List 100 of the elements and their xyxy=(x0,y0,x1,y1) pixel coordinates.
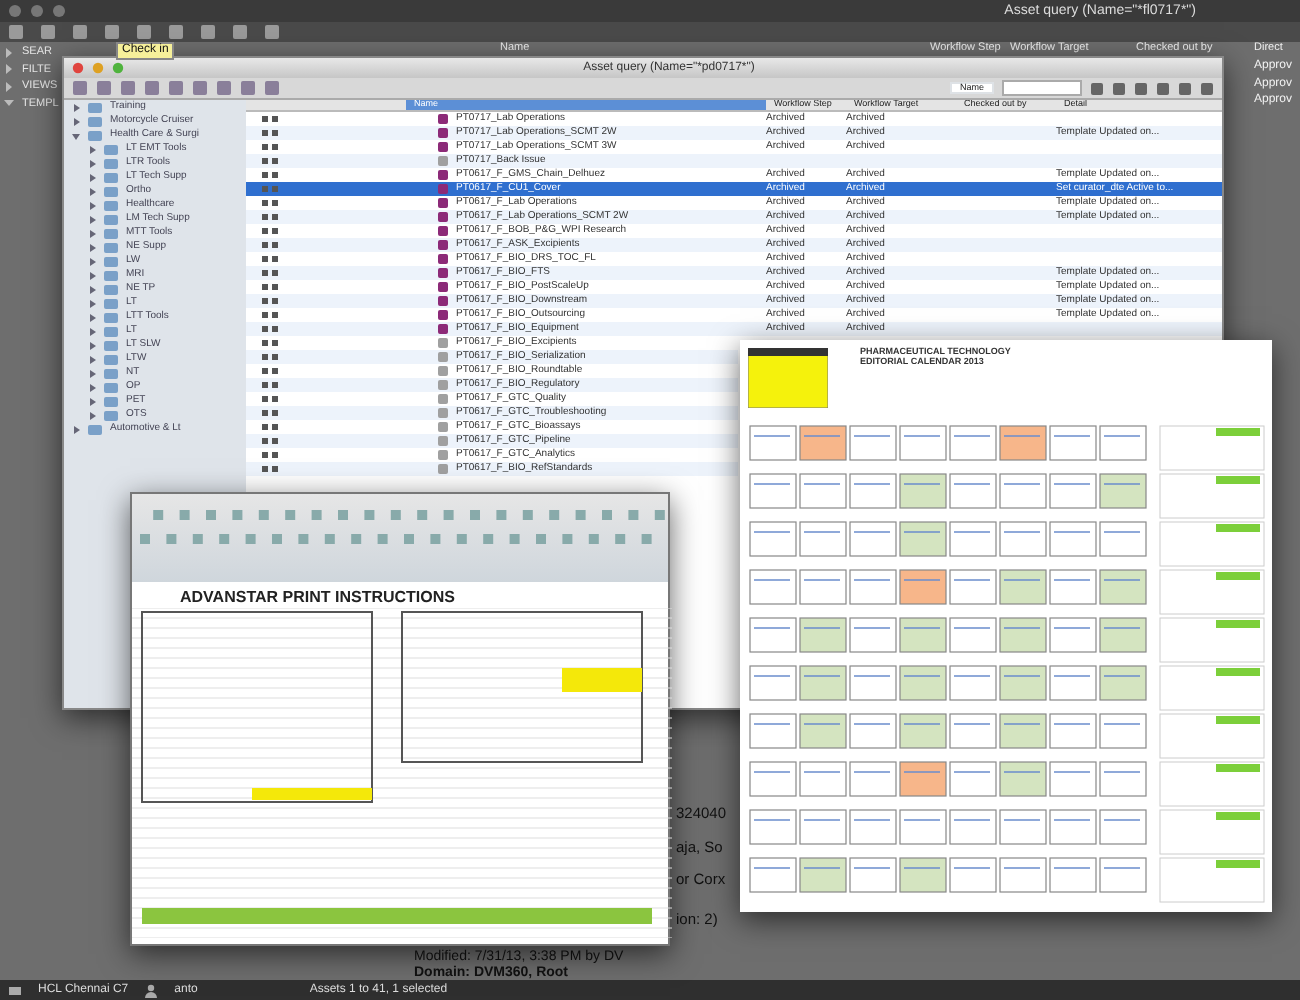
calendar-entry xyxy=(949,617,997,653)
calendar-entry xyxy=(899,761,947,797)
calendar-entry xyxy=(799,713,847,749)
search-field[interactable] xyxy=(1002,80,1082,96)
calendar-entry xyxy=(949,809,997,845)
calendar-entry xyxy=(899,425,947,461)
calendar-entry xyxy=(899,857,947,893)
calendar-entry xyxy=(1099,425,1147,461)
status-icon xyxy=(262,380,278,390)
status-icon xyxy=(262,240,278,250)
calendar-entry xyxy=(899,473,947,509)
calendar-entry xyxy=(1049,761,1097,797)
status-icon xyxy=(262,212,278,222)
calendar-entry xyxy=(749,761,797,797)
status-icon xyxy=(262,352,278,362)
date-column-drawing xyxy=(1159,521,1265,567)
calendar-entry xyxy=(849,809,897,845)
disclosure-triangle-icon[interactable] xyxy=(72,117,80,125)
calendar-entry xyxy=(849,425,897,461)
calendar-entry xyxy=(949,473,997,509)
calendar-entry xyxy=(1099,857,1147,893)
calendar-entry xyxy=(1049,713,1097,749)
calendar-entry xyxy=(999,713,1047,749)
calendar-entry xyxy=(849,761,897,797)
status-icon xyxy=(262,198,278,208)
disclosure-triangle-icon[interactable] xyxy=(4,64,14,75)
calendar-entry xyxy=(999,473,1047,509)
calendar-entry xyxy=(1099,569,1147,605)
status-icon xyxy=(262,408,278,418)
calendar-entry xyxy=(799,809,847,845)
status-icon xyxy=(262,268,278,278)
calendar-entry xyxy=(1099,665,1147,701)
status-icon xyxy=(262,226,278,236)
date-column-drawing xyxy=(1159,857,1265,903)
calendar-entry xyxy=(999,521,1047,557)
disclosure-triangle-icon[interactable] xyxy=(4,98,14,109)
calendar-entry xyxy=(799,617,847,653)
calendar-entry xyxy=(1099,617,1147,653)
calendar-entry xyxy=(749,665,797,701)
calendar-entry xyxy=(849,473,897,509)
status-icon xyxy=(262,170,278,180)
calendar-entry xyxy=(999,425,1047,461)
disclosure-triangle-icon[interactable] xyxy=(4,81,14,92)
calendar-entry xyxy=(999,569,1047,605)
date-column-drawing xyxy=(1159,665,1265,711)
calendar-entry xyxy=(899,569,947,605)
calendar-entry xyxy=(1099,473,1147,509)
status-icon xyxy=(262,184,278,194)
calendar-entry xyxy=(899,809,947,845)
calendar-entry xyxy=(749,569,797,605)
disclosure-triangle-icon[interactable] xyxy=(4,47,14,58)
legend-table-drawing xyxy=(748,348,828,408)
sheet-heading: ADVANSTAR PRINT INSTRUCTIONS xyxy=(180,590,457,608)
calendar-entry xyxy=(749,857,797,893)
calendar-entry xyxy=(1049,665,1097,701)
calendar-entry xyxy=(1049,857,1097,893)
calendar-entry xyxy=(949,713,997,749)
calendar-entry xyxy=(899,665,947,701)
date-column-drawing xyxy=(1159,617,1265,663)
calendar-entry xyxy=(999,665,1047,701)
calendar-entry xyxy=(1049,425,1097,461)
status-icon xyxy=(262,366,278,376)
date-column-drawing xyxy=(1159,761,1265,807)
status-icon xyxy=(262,254,278,264)
calendar-entry xyxy=(1099,521,1147,557)
calendar-entry xyxy=(799,665,847,701)
calendar-entry xyxy=(749,521,797,557)
calendar-entry xyxy=(799,569,847,605)
calendar-entry xyxy=(899,521,947,557)
user-icon xyxy=(144,983,159,997)
calendar-entry xyxy=(999,761,1047,797)
calendar-entry xyxy=(849,617,897,653)
calendar-entry xyxy=(849,713,897,749)
calendar-entry xyxy=(849,665,897,701)
status-icon xyxy=(262,128,278,138)
calendar-entry xyxy=(849,569,897,605)
disclosure-triangle-icon[interactable] xyxy=(72,425,80,433)
status-icon xyxy=(262,394,278,404)
calendar-entry xyxy=(799,473,847,509)
calendar-entry xyxy=(949,425,997,461)
calendar-entry xyxy=(999,809,1047,845)
calendar-entry xyxy=(1099,761,1147,797)
calendar-entry xyxy=(799,761,847,797)
date-column-drawing xyxy=(1159,425,1265,471)
date-column-drawing xyxy=(1159,473,1265,519)
status-icon xyxy=(262,310,278,320)
calendar-entry xyxy=(799,857,847,893)
calendar-entry xyxy=(1099,713,1147,749)
calendar-entry xyxy=(1049,617,1097,653)
date-column-drawing xyxy=(1159,713,1265,759)
status-icon xyxy=(262,114,278,124)
disclosure-triangle-icon[interactable] xyxy=(72,103,80,111)
calendar-entry xyxy=(949,569,997,605)
calendar-entry xyxy=(949,761,997,797)
status-icon xyxy=(262,142,278,152)
status-icon xyxy=(262,450,278,460)
calendar-entry xyxy=(1049,521,1097,557)
calendar-entry xyxy=(999,857,1047,893)
calendar-entry xyxy=(899,713,947,749)
disclosure-triangle-icon[interactable] xyxy=(72,131,80,139)
